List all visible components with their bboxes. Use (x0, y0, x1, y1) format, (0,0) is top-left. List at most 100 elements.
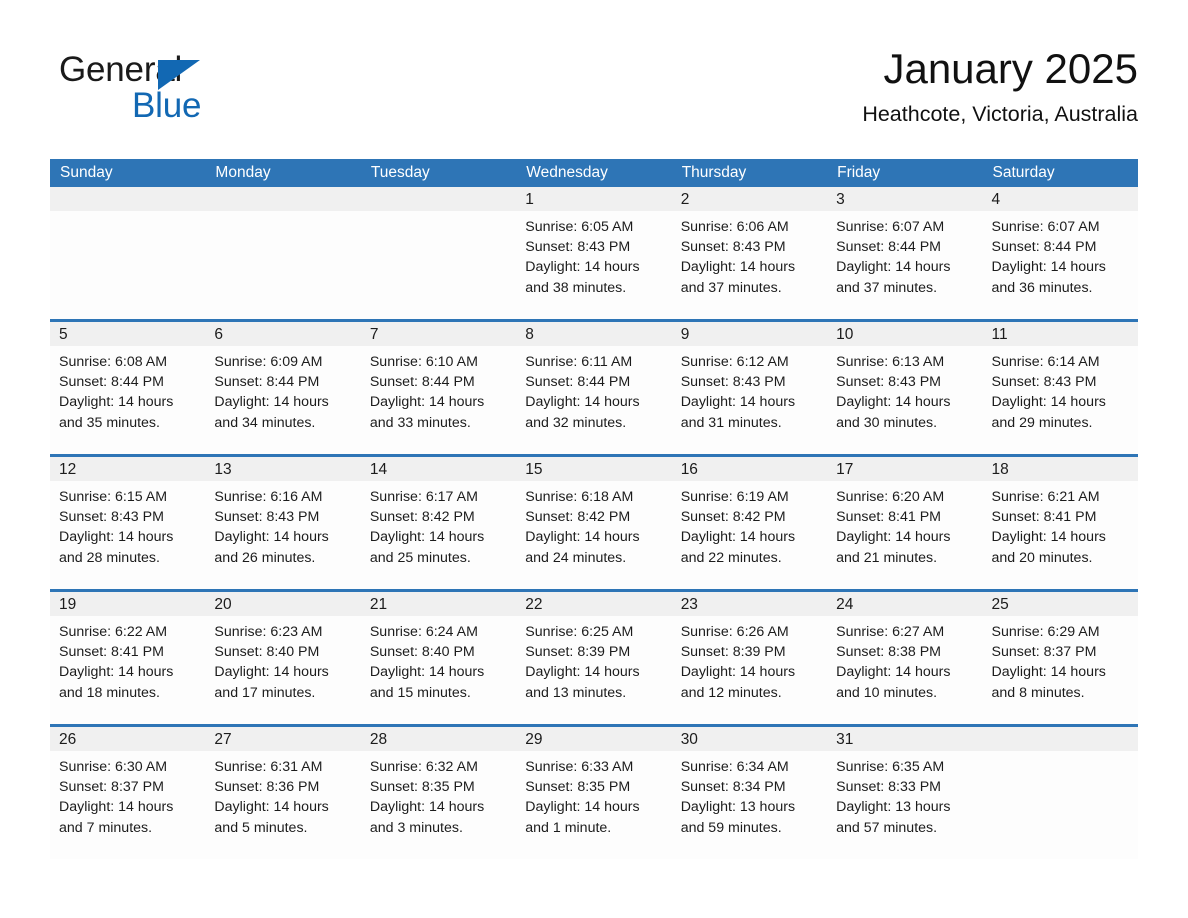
day-cell[interactable]: 26 Sunrise: 6:30 AM Sunset: 8:37 PM Dayligh… (50, 727, 206, 859)
daylight-text-line2: and 7 minutes. (59, 819, 153, 836)
sunrise-text: Sunrise: 6:11 AM (525, 354, 633, 370)
day-cell[interactable]: 4 Sunrise: 6:07 AM Sunset: 8:44 PM Daylight… (982, 187, 1138, 319)
daylight-text-line2: and 33 minutes. (369, 414, 471, 431)
day-cell[interactable]: 22 Sunrise: 6:25 AM Sunset: 8:39 PM Dayligh… (516, 592, 672, 724)
day-cell-empty (982, 727, 1138, 859)
day-number: 18 (982, 457, 1138, 481)
daylight-text-line1: Daylight: 13 hours (680, 799, 796, 816)
daylight-text-line1: Daylight: 14 hours (59, 664, 174, 681)
day-cell[interactable]: 31 Sunrise: 6:35 AM Sunset: 8:33 PM Dayligh… (827, 727, 983, 859)
day-number: 31 (827, 727, 983, 751)
day-number: 29 (516, 727, 672, 751)
daylight-text-line2: and 13 minutes. (525, 684, 627, 701)
daylight-text-line2: and 18 minutes. (59, 684, 160, 701)
day-cell[interactable]: 2 Sunrise: 6:06 AM Sunset: 8:43 PM Daylight… (671, 187, 828, 319)
day-cell[interactable]: 20 Sunrise: 6:23 AM Sunset: 8:40 PM Dayligh… (205, 592, 361, 724)
sunset-text: Sunset: 8:42 PM (525, 509, 631, 526)
day-cell[interactable]: 24 Sunrise: 6:27 AM Sunset: 8:38 PM Dayligh… (827, 592, 983, 724)
sunrise-text: Sunrise: 6:14 AM (991, 354, 1100, 370)
day-cell[interactable]: 12 Sunrise: 6:15 AM Sunset: 8:43 PM Dayligh… (50, 457, 206, 589)
day-cell[interactable]: 21 Sunrise: 6:24 AM Sunset: 8:40 PM Dayligh… (360, 592, 517, 724)
day-cell[interactable]: 23 Sunrise: 6:26 AM Sunset: 8:39 PM Dayligh… (671, 592, 828, 724)
day-number: 14 (360, 457, 517, 481)
daylight-text-line2: and 37 minutes. (680, 279, 782, 296)
weekday-header-monday: Monday (215, 164, 271, 181)
daylight-text-line1: Daylight: 14 hours (991, 394, 1106, 411)
day-cell[interactable]: 10 Sunrise: 6:13 AM Sunset: 8:43 PM Dayligh… (827, 322, 983, 454)
daylight-text-line2: and 59 minutes. (680, 819, 782, 836)
daylight-text-line2: and 26 minutes. (214, 549, 316, 566)
day-cell[interactable]: 30 Sunrise: 6:34 AM Sunset: 8:34 PM Dayligh… (671, 727, 828, 859)
daylight-text-line2: and 34 minutes. (214, 414, 316, 431)
day-details: Sunrise: 6:20 AM Sunset: 8:41 PM Daylight:… (827, 481, 982, 568)
daylight-text-line2: and 31 minutes. (680, 414, 782, 431)
day-details: Sunrise: 6:08 AM Sunset: 8:44 PM Daylight:… (50, 346, 205, 433)
day-cell[interactable]: 3 Sunrise: 6:07 AM Sunset: 8:44 PM Daylight… (827, 187, 983, 319)
day-details: Sunrise: 6:26 AM Sunset: 8:39 PM Daylight:… (672, 616, 827, 703)
daylight-text-line2: and 15 minutes. (369, 684, 471, 701)
sunrise-text: Sunrise: 6:32 AM (369, 759, 478, 775)
sunset-text: Sunset: 8:37 PM (59, 779, 164, 796)
day-cell[interactable]: 9 Sunrise: 6:12 AM Sunset: 8:43 PM Daylight… (671, 322, 828, 454)
sunset-text: Sunset: 8:42 PM (369, 509, 475, 526)
day-details: Sunrise: 6:17 AM Sunset: 8:42 PM Daylight:… (361, 481, 516, 568)
day-cell[interactable]: 18 Sunrise: 6:21 AM Sunset: 8:41 PM Dayligh… (982, 457, 1138, 589)
day-cell[interactable]: 16 Sunrise: 6:19 AM Sunset: 8:42 PM Dayligh… (671, 457, 828, 589)
day-number: 19 (50, 592, 206, 616)
sunset-text: Sunset: 8:43 PM (525, 239, 631, 256)
daylight-text-line1: Daylight: 14 hours (991, 529, 1106, 546)
daylight-text-line2: and 10 minutes. (836, 684, 938, 701)
day-cell[interactable]: 5 Sunrise: 6:08 AM Sunset: 8:44 PM Daylight… (50, 322, 206, 454)
sunrise-text: Sunrise: 6:26 AM (680, 624, 789, 640)
daylight-text-line1: Daylight: 14 hours (836, 529, 951, 546)
daylight-text-line1: Daylight: 14 hours (369, 394, 485, 411)
calendar-week-row: 19 Sunrise: 6:22 AM Sunset: 8:41 PM Dayligh… (50, 589, 1138, 724)
day-details: Sunrise: 6:12 AM Sunset: 8:43 PM Daylight:… (672, 346, 827, 433)
calendar-week-row: 5 Sunrise: 6:08 AM Sunset: 8:44 PM Daylight… (50, 319, 1138, 454)
day-cell[interactable]: 14 Sunrise: 6:17 AM Sunset: 8:42 PM Dayligh… (360, 457, 517, 589)
day-details: Sunrise: 6:13 AM Sunset: 8:43 PM Daylight:… (827, 346, 982, 433)
weekday-header-wednesday: Wednesday (526, 164, 608, 181)
day-cell[interactable]: 17 Sunrise: 6:20 AM Sunset: 8:41 PM Dayligh… (827, 457, 983, 589)
day-cell[interactable]: 1 Sunrise: 6:05 AM Sunset: 8:43 PM Daylight… (516, 187, 672, 319)
sunset-text: Sunset: 8:41 PM (836, 509, 941, 526)
generalblue-logo[interactable]: General Blue (59, 52, 319, 128)
day-number: 22 (516, 592, 672, 616)
day-number: 5 (50, 322, 206, 346)
sunset-text: Sunset: 8:37 PM (991, 644, 1097, 661)
sunset-text: Sunset: 8:44 PM (369, 374, 475, 391)
sunset-text: Sunset: 8:44 PM (836, 239, 941, 256)
day-cell[interactable]: 28 Sunrise: 6:32 AM Sunset: 8:35 PM Dayligh… (360, 727, 517, 859)
day-cell-empty (50, 187, 206, 319)
day-details: Sunrise: 6:31 AM Sunset: 8:36 PM Daylight:… (205, 751, 360, 838)
daylight-text-line2: and 29 minutes. (991, 414, 1093, 431)
day-cell[interactable]: 6 Sunrise: 6:09 AM Sunset: 8:44 PM Daylight… (205, 322, 361, 454)
day-cell[interactable]: 11 Sunrise: 6:14 AM Sunset: 8:43 PM Dayligh… (982, 322, 1138, 454)
day-cell-empty (360, 187, 517, 319)
sunrise-text: Sunrise: 6:22 AM (59, 624, 168, 640)
day-cell[interactable]: 29 Sunrise: 6:33 AM Sunset: 8:35 PM Dayligh… (516, 727, 672, 859)
day-cell[interactable]: 8 Sunrise: 6:11 AM Sunset: 8:44 PM Daylight… (516, 322, 672, 454)
day-details: Sunrise: 6:16 AM Sunset: 8:43 PM Daylight:… (205, 481, 360, 568)
day-cell[interactable]: 13 Sunrise: 6:16 AM Sunset: 8:43 PM Dayligh… (205, 457, 361, 589)
page-title: January 2025 (883, 45, 1138, 92)
daylight-text-line1: Daylight: 13 hours (836, 799, 951, 816)
daylight-text-line2: and 1 minute. (525, 819, 612, 836)
day-cell[interactable]: 15 Sunrise: 6:18 AM Sunset: 8:42 PM Dayligh… (516, 457, 672, 589)
day-cell[interactable]: 19 Sunrise: 6:22 AM Sunset: 8:41 PM Dayligh… (50, 592, 206, 724)
day-cell[interactable]: 25 Sunrise: 6:29 AM Sunset: 8:37 PM Dayligh… (982, 592, 1138, 724)
day-details: Sunrise: 6:09 AM Sunset: 8:44 PM Daylight:… (205, 346, 360, 433)
day-cell[interactable]: 27 Sunrise: 6:31 AM Sunset: 8:36 PM Dayligh… (205, 727, 361, 859)
daylight-text-line2: and 8 minutes. (991, 684, 1085, 701)
sunrise-text: Sunrise: 6:24 AM (369, 624, 478, 640)
sunset-text: Sunset: 8:38 PM (836, 644, 941, 661)
daylight-text-line2: and 17 minutes. (214, 684, 316, 701)
day-cell[interactable]: 7 Sunrise: 6:10 AM Sunset: 8:44 PM Daylight… (360, 322, 517, 454)
daylight-text-line1: Daylight: 14 hours (680, 259, 796, 276)
weekday-header-sunday: Sunday (60, 164, 113, 181)
title-block: January 2025 Heathcote, Victoria, Austra… (862, 44, 1138, 127)
day-details: Sunrise: 6:22 AM Sunset: 8:41 PM Daylight:… (50, 616, 205, 703)
sunrise-text: Sunrise: 6:21 AM (991, 489, 1100, 505)
sunset-text: Sunset: 8:33 PM (836, 779, 941, 796)
calendar-page: General Blue January 2025 Heathcote, Vic… (0, 0, 1188, 918)
